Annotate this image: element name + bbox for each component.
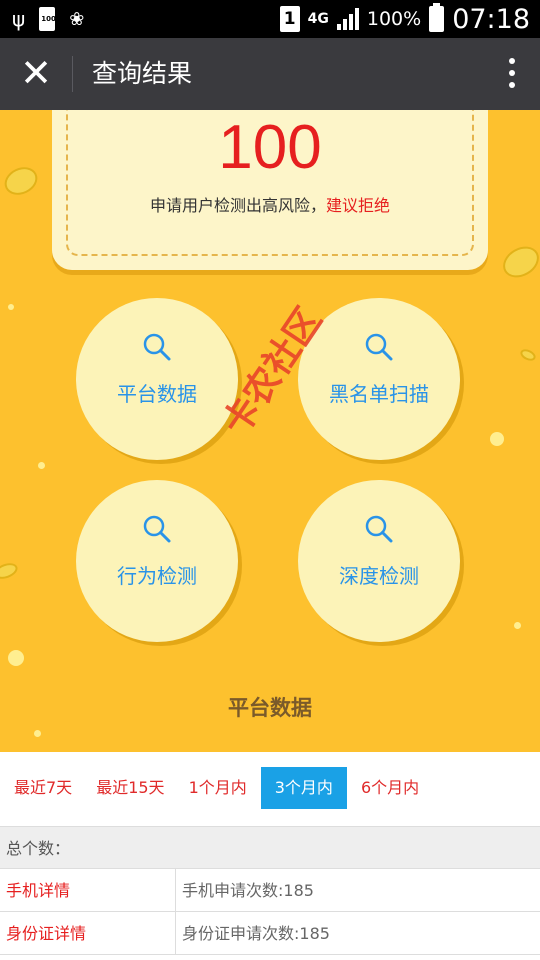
module-platform-data[interactable]: 平台数据 bbox=[76, 298, 238, 460]
sparkle-decoration bbox=[38, 462, 45, 469]
sparkle-decoration bbox=[514, 622, 521, 629]
sparkle-decoration bbox=[8, 304, 14, 310]
period-tabs: 最近7天 最近15天 1个月内 3个月内 6个月内 bbox=[0, 752, 540, 824]
tab-1-month[interactable]: 1个月内 bbox=[179, 767, 257, 809]
row-value: 身份证申请次数:185 bbox=[182, 924, 330, 943]
title-bar: ✕ 查询结果 bbox=[0, 38, 540, 110]
table-header-label: 总个数： bbox=[6, 839, 71, 858]
page-title: 查询结果 bbox=[92, 59, 193, 88]
coin-decoration bbox=[518, 347, 538, 363]
close-icon[interactable]: ✕ bbox=[18, 54, 54, 92]
sparkle-decoration bbox=[34, 730, 41, 737]
battery-percent: 100% bbox=[366, 8, 422, 30]
battery-saver-icon: 100 bbox=[39, 7, 56, 31]
table-header: 总个数： bbox=[0, 826, 540, 869]
search-icon bbox=[365, 515, 393, 543]
tab-7-days[interactable]: 最近7天 bbox=[4, 767, 82, 809]
row-value: 手机申请次数:185 bbox=[182, 881, 314, 900]
data-table: 总个数： 手机详情 手机申请次数:185 身份证详情 身份证申请次数:185 bbox=[0, 826, 540, 955]
tab-3-months[interactable]: 3个月内 bbox=[260, 767, 347, 809]
result-panel: 100 申请用户检测出高风险，建议拒绝 平台数据 黑名单扫描 行为检测 深度检测… bbox=[0, 110, 540, 752]
module-label: 黑名单扫描 bbox=[329, 382, 429, 406]
network-type: 4G bbox=[307, 11, 329, 27]
risk-score: 100 bbox=[218, 113, 322, 182]
tab-6-months[interactable]: 6个月内 bbox=[351, 767, 429, 809]
status-bar: ψ 100 ❀ 1 4G 100% 07:18 bbox=[0, 0, 540, 38]
table-row: 手机详情 手机申请次数:185 bbox=[0, 869, 540, 912]
module-deep-check[interactable]: 深度检测 bbox=[298, 480, 460, 642]
row-key[interactable]: 手机详情 bbox=[0, 869, 176, 911]
search-icon bbox=[143, 515, 171, 543]
search-icon bbox=[143, 333, 171, 361]
usb-icon: ψ bbox=[12, 7, 26, 31]
title-divider bbox=[72, 56, 73, 92]
coin-decoration bbox=[497, 240, 540, 284]
row-key[interactable]: 身份证详情 bbox=[0, 912, 176, 954]
battery-icon bbox=[429, 3, 445, 32]
module-label: 行为检测 bbox=[117, 564, 197, 588]
coin-decoration bbox=[0, 162, 42, 200]
search-icon bbox=[365, 333, 393, 361]
sim-card-icon: 1 bbox=[279, 6, 300, 32]
module-label: 深度检测 bbox=[339, 564, 419, 588]
sparkle-decoration bbox=[490, 432, 504, 446]
table-row: 身份证详情 身份证申请次数:185 bbox=[0, 912, 540, 955]
risk-score-card: 100 申请用户检测出高风险，建议拒绝 bbox=[52, 110, 488, 270]
module-label: 平台数据 bbox=[117, 382, 197, 406]
risk-message: 申请用户检测出高风险，建议拒绝 bbox=[149, 196, 391, 215]
clock: 07:18 bbox=[452, 3, 530, 35]
risk-advice: 建议拒绝 bbox=[326, 196, 391, 215]
wechat-icon: ❀ bbox=[69, 8, 85, 30]
module-behavior-check[interactable]: 行为检测 bbox=[76, 480, 238, 642]
signal-icon bbox=[336, 8, 359, 30]
coin-decoration bbox=[0, 560, 20, 582]
section-title: 平台数据 bbox=[228, 696, 312, 720]
sparkle-decoration bbox=[8, 650, 24, 666]
tab-15-days[interactable]: 最近15天 bbox=[86, 767, 174, 809]
more-options-icon[interactable] bbox=[506, 58, 518, 92]
